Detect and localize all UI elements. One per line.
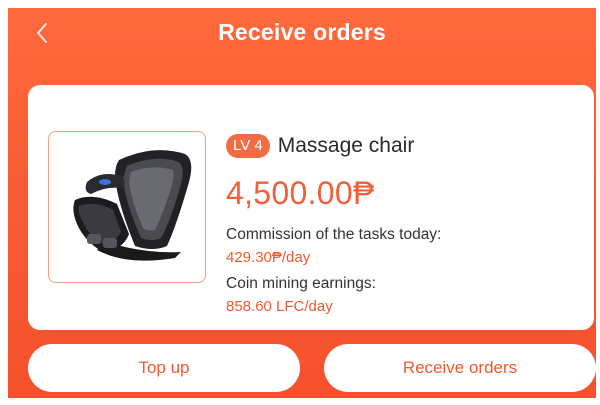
header-bar: Receive orders	[8, 8, 596, 58]
page-title: Receive orders	[218, 19, 386, 45]
app-screen: Receive orders LV 4 Massage chair 4,500.…	[8, 8, 596, 398]
level-badge: LV 4	[226, 134, 270, 158]
massage-chair-icon	[73, 150, 192, 261]
top-up-button[interactable]: Top up	[28, 344, 300, 392]
mining-value: 858.60 LFC/day	[226, 298, 333, 315]
product-image	[48, 131, 206, 283]
commission-label: Commission of the tasks today:	[226, 226, 442, 243]
product-card: LV 4 Massage chair 4,500.00₱ Commission …	[28, 85, 594, 330]
product-info: LV 4 Massage chair 4,500.00₱ Commission …	[226, 131, 578, 315]
level-row: LV 4 Massage chair	[226, 131, 578, 161]
mining-label: Coin mining earnings:	[226, 275, 376, 292]
commission-value: 429.30₱/day	[226, 249, 311, 266]
product-price: 4,500.00₱	[226, 175, 375, 211]
product-name: Massage chair	[277, 134, 415, 157]
receive-orders-button[interactable]: Receive orders	[324, 344, 596, 392]
